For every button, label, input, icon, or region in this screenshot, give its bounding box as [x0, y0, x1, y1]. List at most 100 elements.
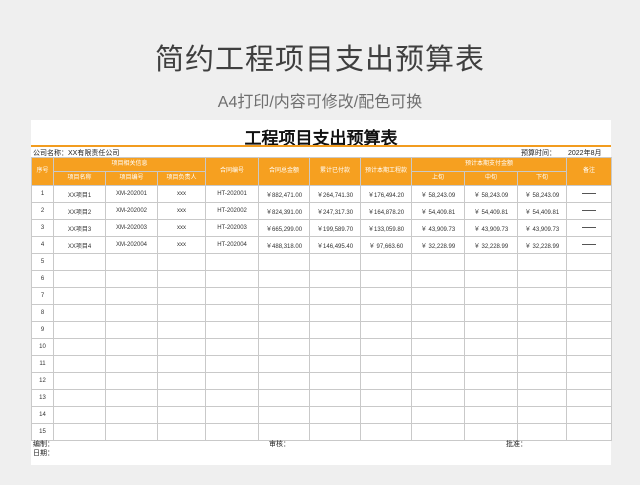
- empty-cell[interactable]: [566, 389, 613, 407]
- empty-cell[interactable]: [205, 321, 260, 339]
- cell-index[interactable]: 1: [31, 185, 54, 203]
- empty-cell[interactable]: [53, 253, 106, 271]
- empty-cell[interactable]: [258, 389, 311, 407]
- cell-manager[interactable]: xxx: [156, 185, 207, 203]
- empty-cell[interactable]: [205, 270, 260, 288]
- empty-cell[interactable]: [360, 270, 413, 288]
- empty-cell[interactable]: [360, 304, 413, 322]
- cell-name[interactable]: XX项目3: [53, 219, 106, 237]
- empty-cell[interactable]: [258, 270, 311, 288]
- empty-cell[interactable]: [309, 321, 362, 339]
- empty-cell[interactable]: [205, 304, 260, 322]
- empty-cell[interactable]: [309, 304, 362, 322]
- cell-code[interactable]: XM-202004: [105, 236, 158, 254]
- empty-cell[interactable]: [309, 355, 362, 373]
- empty-cell[interactable]: [464, 338, 519, 356]
- empty-cell[interactable]: [360, 389, 413, 407]
- empty-cell[interactable]: [411, 389, 466, 407]
- empty-cell[interactable]: [517, 321, 568, 339]
- empty-cell[interactable]: [309, 253, 362, 271]
- empty-cell[interactable]: [105, 321, 158, 339]
- cell-index[interactable]: 9: [31, 321, 54, 339]
- cell-index[interactable]: 12: [31, 372, 54, 390]
- empty-cell[interactable]: [156, 355, 207, 373]
- cell-total[interactable]: ￥665,299.00: [258, 219, 311, 237]
- cell-paid[interactable]: ￥264,741.30: [309, 185, 362, 203]
- cell-index[interactable]: 14: [31, 406, 54, 424]
- empty-cell[interactable]: [53, 389, 106, 407]
- empty-cell[interactable]: [205, 338, 260, 356]
- empty-cell[interactable]: [566, 423, 613, 441]
- empty-cell[interactable]: [411, 406, 466, 424]
- cell-middle[interactable]: ￥ 32,228.99: [464, 236, 519, 254]
- cell-manager[interactable]: xxx: [156, 236, 207, 254]
- empty-cell[interactable]: [411, 270, 466, 288]
- cell-contract[interactable]: HT-202001: [205, 185, 260, 203]
- empty-cell[interactable]: [464, 321, 519, 339]
- empty-cell[interactable]: [53, 423, 106, 441]
- empty-cell[interactable]: [566, 372, 613, 390]
- cell-expected[interactable]: ￥164,878.20: [360, 202, 413, 220]
- cell-middle[interactable]: ￥ 58,243.09: [464, 185, 519, 203]
- empty-cell[interactable]: [105, 287, 158, 305]
- empty-cell[interactable]: [411, 304, 466, 322]
- empty-cell[interactable]: [464, 253, 519, 271]
- empty-cell[interactable]: [309, 270, 362, 288]
- empty-cell[interactable]: [258, 372, 311, 390]
- empty-cell[interactable]: [360, 355, 413, 373]
- cell-total[interactable]: ￥882,471.00: [258, 185, 311, 203]
- empty-cell[interactable]: [566, 406, 613, 424]
- empty-cell[interactable]: [464, 304, 519, 322]
- empty-cell[interactable]: [105, 270, 158, 288]
- empty-cell[interactable]: [205, 423, 260, 441]
- cell-index[interactable]: 6: [31, 270, 54, 288]
- cell-index[interactable]: 13: [31, 389, 54, 407]
- empty-cell[interactable]: [411, 287, 466, 305]
- empty-cell[interactable]: [464, 423, 519, 441]
- empty-cell[interactable]: [156, 338, 207, 356]
- empty-cell[interactable]: [258, 253, 311, 271]
- empty-cell[interactable]: [517, 389, 568, 407]
- cell-code[interactable]: XM-202003: [105, 219, 158, 237]
- empty-cell[interactable]: [53, 338, 106, 356]
- empty-cell[interactable]: [53, 304, 106, 322]
- cell-index[interactable]: 7: [31, 287, 54, 305]
- empty-cell[interactable]: [156, 389, 207, 407]
- cell-code[interactable]: XM-202001: [105, 185, 158, 203]
- empty-cell[interactable]: [517, 338, 568, 356]
- cell-lower[interactable]: ￥ 54,409.81: [517, 202, 568, 220]
- cell-expected[interactable]: ￥133,059.80: [360, 219, 413, 237]
- empty-cell[interactable]: [464, 355, 519, 373]
- empty-cell[interactable]: [566, 253, 613, 271]
- empty-cell[interactable]: [566, 355, 613, 373]
- cell-contract[interactable]: HT-202002: [205, 202, 260, 220]
- empty-cell[interactable]: [464, 389, 519, 407]
- empty-cell[interactable]: [517, 406, 568, 424]
- cell-index[interactable]: 2: [31, 202, 54, 220]
- cell-middle[interactable]: ￥ 43,909.73: [464, 219, 519, 237]
- empty-cell[interactable]: [156, 270, 207, 288]
- empty-cell[interactable]: [309, 389, 362, 407]
- empty-cell[interactable]: [205, 253, 260, 271]
- empty-cell[interactable]: [411, 372, 466, 390]
- empty-cell[interactable]: [517, 304, 568, 322]
- empty-cell[interactable]: [105, 253, 158, 271]
- cell-remark[interactable]: [566, 236, 613, 254]
- empty-cell[interactable]: [360, 287, 413, 305]
- empty-cell[interactable]: [205, 287, 260, 305]
- cell-middle[interactable]: ￥ 54,409.81: [464, 202, 519, 220]
- empty-cell[interactable]: [105, 304, 158, 322]
- cell-index[interactable]: 10: [31, 338, 54, 356]
- empty-cell[interactable]: [411, 253, 466, 271]
- empty-cell[interactable]: [258, 406, 311, 424]
- empty-cell[interactable]: [309, 406, 362, 424]
- cell-expected[interactable]: ￥176,494.20: [360, 185, 413, 203]
- empty-cell[interactable]: [360, 338, 413, 356]
- empty-cell[interactable]: [156, 321, 207, 339]
- cell-paid[interactable]: ￥247,317.30: [309, 202, 362, 220]
- empty-cell[interactable]: [53, 372, 106, 390]
- cell-total[interactable]: ￥824,391.00: [258, 202, 311, 220]
- cell-index[interactable]: 11: [31, 355, 54, 373]
- empty-cell[interactable]: [258, 355, 311, 373]
- empty-cell[interactable]: [566, 287, 613, 305]
